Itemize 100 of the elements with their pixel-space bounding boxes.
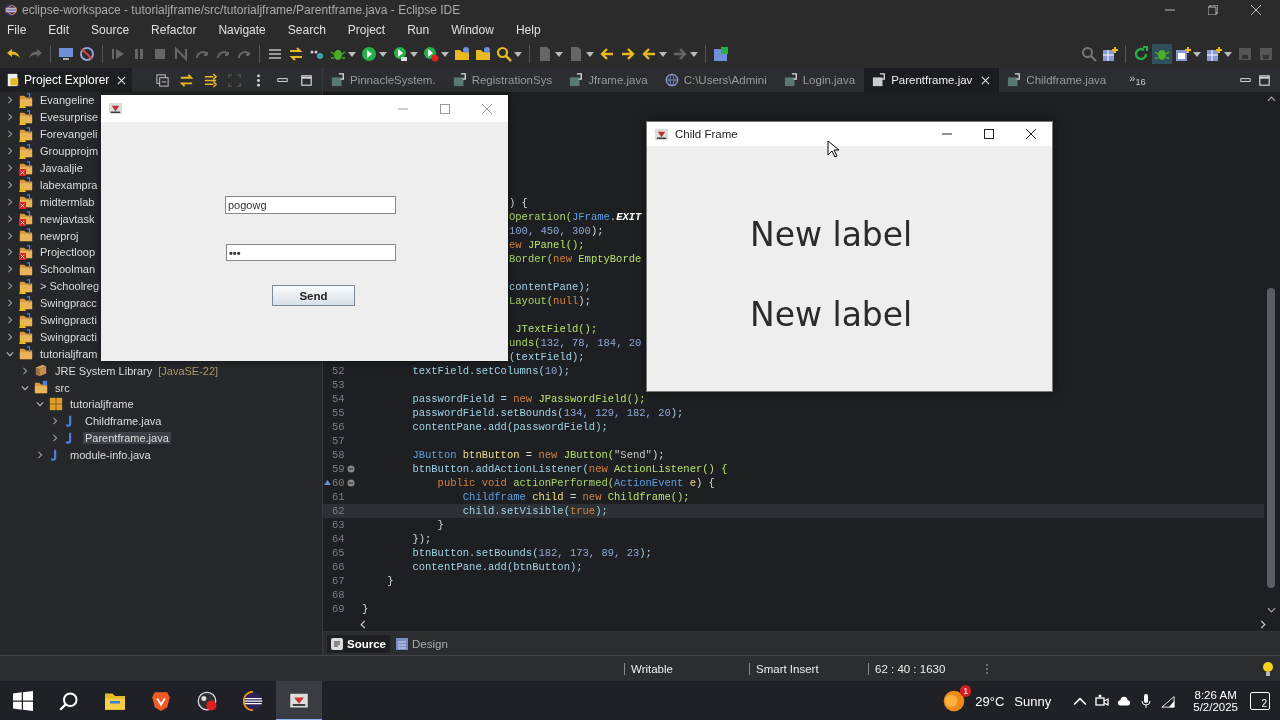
chevron-icon[interactable] (6, 231, 14, 240)
tree-item[interactable]: Swingpracc (38, 297, 99, 310)
tree-item[interactable]: Groupprojm (38, 145, 101, 158)
menu-item[interactable]: File (0, 23, 35, 37)
list-icon[interactable] (267, 46, 283, 62)
caret-icon[interactable] (690, 51, 698, 57)
scroll-right-icon[interactable] (1260, 619, 1266, 629)
tree-item[interactable]: Forevangeli (38, 128, 100, 141)
chevron-icon[interactable] (6, 96, 14, 105)
editor-mode-tab[interactable]: Design (392, 634, 452, 653)
refresh-icon[interactable] (1133, 46, 1149, 62)
password-field[interactable]: ••• (226, 244, 396, 261)
menu-item[interactable]: Help (508, 23, 549, 37)
maximize-icon[interactable] (1257, 72, 1272, 88)
tree-item[interactable]: Javaaljie (38, 162, 85, 174)
cloud-icon[interactable] (1117, 694, 1132, 708)
resume-icon[interactable] (110, 46, 126, 62)
caret-icon[interactable] (555, 51, 563, 57)
chevron-icon[interactable] (21, 366, 29, 375)
swap-arrows-icon[interactable] (288, 46, 304, 62)
menu-item[interactable]: Source (84, 23, 138, 37)
chevron-icon[interactable] (6, 316, 14, 324)
chevron-icon[interactable] (6, 332, 14, 341)
tree-item[interactable]: midtermlab (38, 195, 97, 208)
weather-condition[interactable]: Sunny (1014, 693, 1052, 709)
close-icon[interactable] (1251, 5, 1261, 15)
grid-add-icon[interactable] (1102, 46, 1118, 62)
link-arrows-icon[interactable] (179, 72, 194, 88)
fold-icon[interactable] (347, 479, 355, 487)
search-icon[interactable] (496, 46, 512, 62)
search-icon[interactable] (1081, 46, 1097, 62)
tree-item[interactable]: > Schoolreg (38, 280, 101, 293)
editor-tab[interactable]: C:\Users\Admini (656, 68, 776, 92)
chevron-icon[interactable] (6, 248, 14, 257)
tree-item[interactable]: newproj (38, 229, 81, 242)
tree-item[interactable]: labexampra (38, 178, 100, 191)
editor-tab[interactable]: Parentframe.jav (864, 68, 1000, 92)
caret-icon[interactable] (514, 51, 522, 57)
tree-item[interactable]: Swingpracti (38, 330, 99, 343)
taskbar-app[interactable] (276, 681, 322, 720)
monitor-icon[interactable] (58, 46, 74, 62)
collapse-all-icon[interactable] (155, 72, 170, 88)
chevron-icon[interactable] (6, 180, 14, 189)
chevron-icon[interactable] (6, 299, 14, 308)
folder-icon[interactable] (454, 46, 470, 62)
text-field[interactable]: pogowg (225, 196, 396, 214)
tree-item[interactable]: Evangeline (38, 94, 97, 107)
slashed-circle-icon[interactable] (79, 46, 95, 62)
chevron-icon[interactable] (6, 197, 14, 206)
chevron-icon[interactable] (6, 130, 14, 139)
caret-icon[interactable] (410, 51, 418, 57)
caret-icon[interactable] (586, 51, 594, 57)
tree-item[interactable]: Childframe.java (83, 415, 164, 428)
folder-icon[interactable] (475, 46, 491, 62)
chevron-icon[interactable] (36, 451, 44, 460)
caret-icon[interactable] (441, 51, 449, 57)
editor-tab[interactable]: PinnacleSystem. (323, 68, 445, 92)
tree-item[interactable]: Swingpracti (38, 314, 99, 326)
tree-item[interactable]: Schoolman (38, 263, 98, 276)
editor-tab[interactable]: Childframe.java (999, 68, 1116, 92)
play-circle-icon[interactable] (361, 46, 377, 62)
window-add-icon[interactable] (1175, 46, 1191, 62)
grid-add-icon[interactable] (1206, 46, 1222, 62)
tree-item[interactable]: JRE System Library (53, 364, 155, 377)
caret-icon[interactable] (379, 51, 387, 57)
tree-item[interactable]: tutorialjfram (38, 347, 100, 360)
wifi-icon[interactable] (1161, 694, 1176, 708)
run-tool-icon[interactable] (392, 46, 408, 62)
tree-item[interactable]: Projectloop (38, 246, 98, 259)
tab-overflow-button[interactable]: »$_{16}$ (1129, 72, 1146, 88)
menu-item[interactable]: Navigate (211, 23, 274, 37)
clock-date[interactable]: 5/2/2025 (1193, 701, 1238, 713)
scroll-up-icon[interactable] (1266, 96, 1276, 102)
tree-item[interactable]: newjavtask (38, 212, 97, 225)
editor-tab[interactable]: RegistrationSys (444, 68, 562, 92)
tree-item[interactable]: module-info.java (68, 449, 153, 462)
chevron-icon[interactable] (6, 113, 14, 122)
editor-tab[interactable]: Jframe.java (561, 68, 657, 92)
caret-icon[interactable] (348, 51, 356, 57)
editor-tab[interactable]: Login.java (775, 68, 865, 92)
view-tab[interactable]: Project Explorer (0, 68, 133, 92)
chevron-icon[interactable] (51, 434, 59, 443)
menu-item[interactable]: Edit (41, 23, 78, 37)
menu-item[interactable]: Search (280, 23, 334, 37)
back-arrow-icon[interactable] (641, 46, 657, 62)
chevron-icon[interactable] (6, 282, 14, 291)
forward-arrow-icon[interactable] (620, 46, 636, 62)
maximize-icon[interactable] (984, 129, 994, 139)
menu-item[interactable]: Run (400, 23, 438, 37)
scroll-thumb[interactable] (1267, 288, 1275, 588)
chevron-icon[interactable] (6, 265, 14, 274)
disconnect-icon[interactable] (173, 46, 189, 62)
tree-item[interactable]: Parentframe.java (83, 432, 171, 445)
back-arrow-icon[interactable] (599, 46, 615, 62)
fold-icon[interactable] (347, 465, 355, 473)
lightbulb-icon[interactable] (1262, 660, 1274, 677)
caret-icon[interactable] (1193, 51, 1201, 57)
menu-item[interactable]: Refactor (144, 23, 205, 37)
menu-item[interactable]: Project (340, 23, 394, 37)
microphone-icon[interactable] (1139, 694, 1154, 708)
